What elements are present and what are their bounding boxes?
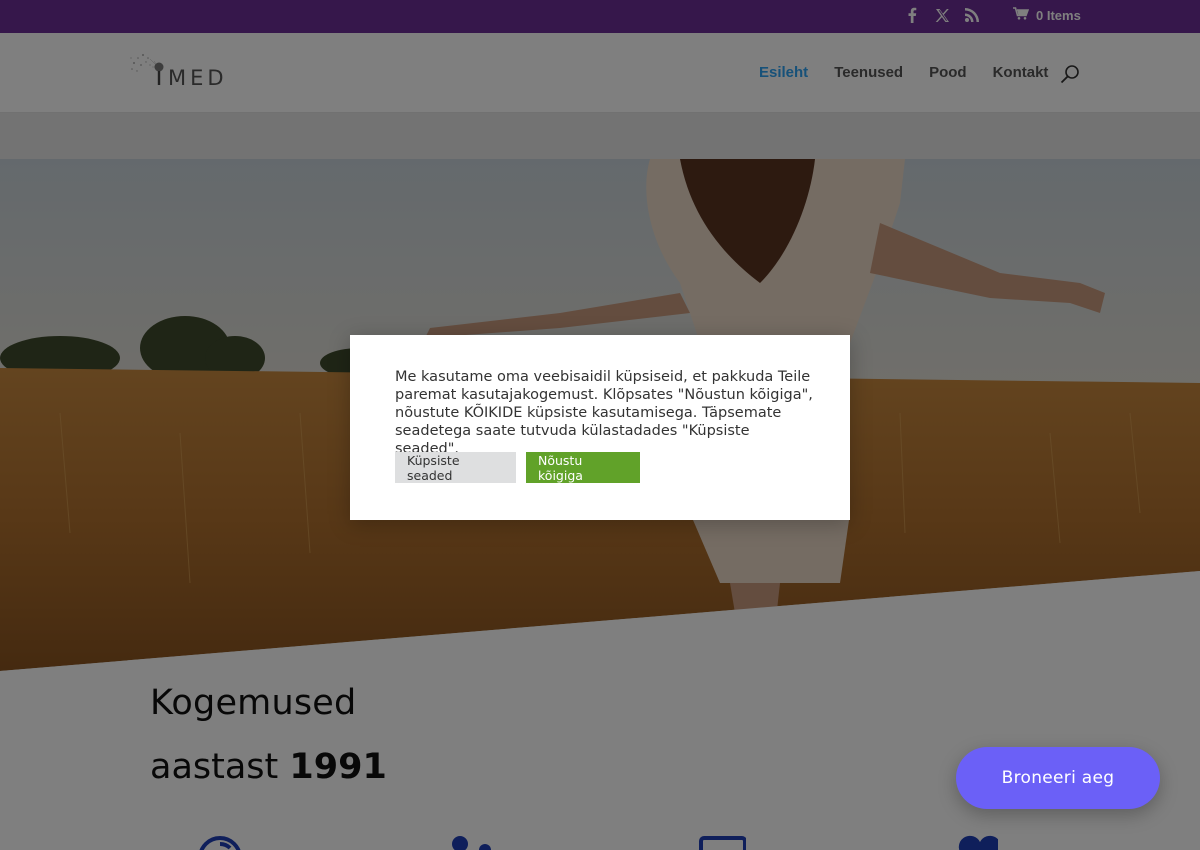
accept-all-button[interactable]: Nõustu kõigiga [526,452,640,483]
cookie-consent-dialog: Me kasutame oma veebisaidil küpsiseid, e… [350,335,850,520]
cookie-settings-button[interactable]: Küpsiste seaded [395,452,516,483]
cookie-message: Me kasutame oma veebisaidil küpsiseid, e… [395,369,813,457]
book-appointment-button[interactable]: Broneeri aeg [956,747,1160,809]
